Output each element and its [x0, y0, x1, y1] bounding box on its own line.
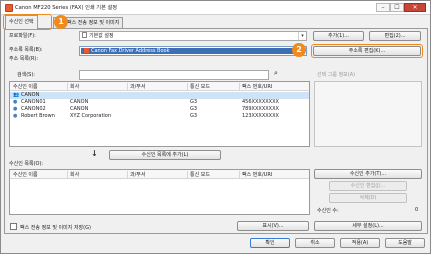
printer-app-icon: [5, 4, 13, 12]
address-list-label: 주소 목록(R):: [9, 56, 39, 62]
row-fax: 789XXXXXXXX: [242, 106, 279, 112]
group-info-label: 선택 그룹 정보(A): [317, 72, 356, 78]
col-mode[interactable]: 통신 모드: [190, 171, 210, 178]
profile-value: 기본값 설정: [89, 33, 114, 39]
profile-icon: [82, 32, 87, 38]
detail-settings-button[interactable]: 세부 설정(L)...: [314, 221, 422, 231]
col-company[interactable]: 회사: [70, 83, 79, 90]
address-book-value: Canon Fax Driver Address Book: [91, 48, 170, 54]
minimize-button[interactable]: –: [376, 3, 390, 12]
address-book-icon: [84, 48, 89, 53]
person-icon: ●: [13, 99, 18, 105]
row-company: CANON: [70, 99, 89, 105]
cancel-button[interactable]: 취소: [295, 238, 335, 248]
row-name: Robert Brown: [21, 113, 55, 119]
maximize-button[interactable]: ☐: [390, 3, 404, 12]
fax-print-preferences-window: Canon MF220 Series (FAX) 인쇄 기본 설정 – ☐ ✕ …: [0, 0, 431, 254]
recipient-count-value: 0: [415, 207, 419, 213]
add-recipient-button[interactable]: 수신인 추가(T)...: [314, 169, 422, 179]
recipient-table[interactable]: 수신인 이름 회사 과/부서 통신 모드 팩스 번호/URI: [9, 169, 310, 215]
profile-select[interactable]: 기본값 설정 ▾: [79, 31, 307, 41]
edit-recipient-button[interactable]: 수신인 편집(J)...: [329, 181, 407, 191]
col-name[interactable]: 수신인 이름: [13, 83, 38, 90]
col-dept[interactable]: 과/부서: [130, 171, 146, 178]
tab-panel: 프로파일(F): 기본값 설정 ▾ 추가(1)... 편집(2)... 주소록 …: [4, 28, 428, 234]
chevron-down-icon: ▾: [298, 32, 306, 40]
profile-edit-button[interactable]: 편집(2)...: [369, 31, 421, 41]
search-label: 검색(S):: [17, 72, 35, 78]
table-row[interactable]: ● CANON01 CANON G3 456XXXXXXXX: [10, 99, 309, 106]
save-sheet-label: 팩스 전송 정보 및 이미지 저장(G): [20, 225, 91, 231]
tab-select-recipient[interactable]: 수신인 선택: [5, 15, 38, 29]
ok-button[interactable]: 확인: [250, 238, 290, 248]
row-mode: G3: [190, 106, 198, 112]
address-book-select[interactable]: Canon Fax Driver Address Book ▾: [79, 46, 307, 56]
row-fax: 456XXXXXXXX: [242, 99, 279, 105]
row-company: CANON: [70, 106, 89, 112]
recipient-count-label: 수신인 수:: [317, 208, 339, 214]
save-sheet-checkbox[interactable]: [10, 223, 17, 230]
group-info-panel: [314, 81, 422, 147]
col-fax[interactable]: 팩스 번호/URI: [242, 83, 272, 90]
table-row[interactable]: 👥 CANON: [10, 92, 309, 99]
callout-badge-2: 2: [292, 43, 306, 57]
row-fax: 123XXXXXXXX: [242, 113, 279, 119]
window-title: Canon MF220 Series (FAX) 인쇄 기본 설정: [15, 5, 118, 11]
delete-recipient-button[interactable]: 삭제(D): [329, 193, 407, 203]
arrow-down-icon: ↓: [91, 149, 98, 158]
address-table-header: 수신인 이름 회사 과/부서 통신 모드 팩스 번호/URI: [10, 82, 309, 91]
col-dept[interactable]: 과/부서: [130, 83, 146, 90]
person-icon: ●: [13, 106, 18, 112]
person-icon: ●: [13, 113, 18, 119]
edit-address-book-button[interactable]: 주소록 편집(K)...: [313, 46, 421, 56]
search-input[interactable]: [79, 70, 269, 80]
add-to-recipient-list-button[interactable]: 수신인 목록에 추가(L): [109, 150, 221, 160]
recipient-table-header: 수신인 이름 회사 과/부서 통신 모드 팩스 번호/URI: [10, 170, 309, 179]
col-fax[interactable]: 팩스 번호/URI: [242, 171, 272, 178]
title-bar: Canon MF220 Series (FAX) 인쇄 기본 설정 – ☐ ✕: [1, 1, 430, 15]
callout-badge-1: 1: [54, 15, 68, 29]
row-name: CANON02: [21, 106, 46, 112]
col-name[interactable]: 수신인 이름: [13, 171, 38, 178]
col-company[interactable]: 회사: [70, 171, 79, 178]
help-button[interactable]: 도움말: [385, 238, 425, 248]
close-button[interactable]: ✕: [404, 3, 426, 12]
group-icon: 👥: [13, 92, 20, 98]
address-table[interactable]: 수신인 이름 회사 과/부서 통신 모드 팩스 번호/URI 👥 CANON ●…: [9, 81, 310, 147]
row-name: CANON01: [21, 99, 46, 105]
apply-button[interactable]: 적용(A): [340, 238, 380, 248]
row-mode: G3: [190, 99, 198, 105]
col-mode[interactable]: 통신 모드: [190, 83, 210, 90]
recipient-list-label: 수신인 목록(O):: [9, 161, 44, 167]
profile-add-button[interactable]: 추가(1)...: [313, 31, 364, 41]
table-row[interactable]: ● Robert Brown XYZ Corporation G3 123XXX…: [10, 113, 309, 120]
address-book-label: 주소록 목록(B):: [9, 47, 43, 53]
row-name: CANON: [21, 92, 40, 98]
row-mode: G3: [190, 113, 198, 119]
profile-label: 프로파일(F):: [9, 33, 36, 39]
display-button[interactable]: 표시(V)...: [237, 221, 309, 231]
search-icon[interactable]: ⌕: [274, 69, 278, 78]
row-company: XYZ Corporation: [70, 113, 112, 119]
table-row[interactable]: ● CANON02 CANON G3 789XXXXXXXX: [10, 106, 309, 113]
